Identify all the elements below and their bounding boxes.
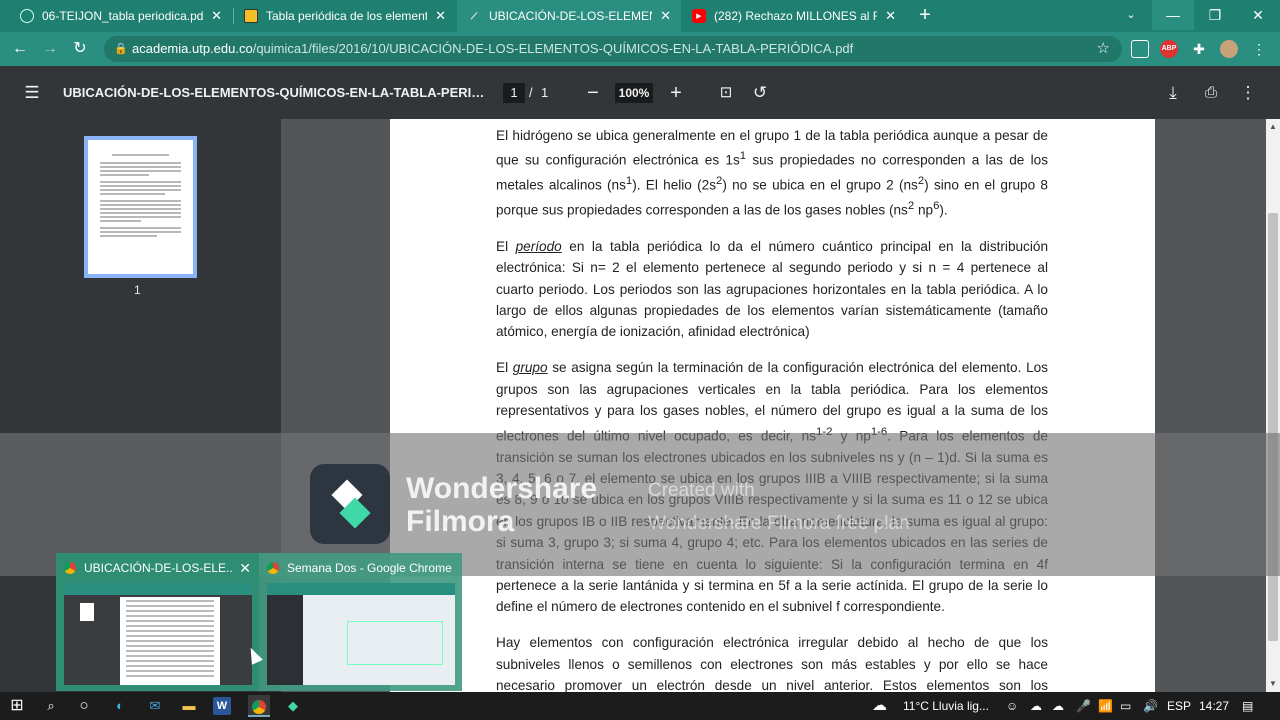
print-icon[interactable]: ⎙: [1199, 81, 1223, 105]
close-icon[interactable]: ✕: [885, 8, 896, 24]
pdf-toolbar: ☰ UBICACIÓN-DE-LOS-ELEMENTOS-QUÍMICOS-EN…: [0, 66, 1280, 119]
preview-window-pdf[interactable]: UBICACIÓN-DE-LOS-ELE... ✕: [56, 553, 259, 691]
globe-icon: [20, 9, 34, 23]
tab-title: 06-TEIJON_tabla periodica.pdf: [42, 9, 204, 23]
address-bar[interactable]: 🔒 academia.utp.edu.co/quimica1/files/201…: [104, 36, 1122, 62]
close-window-button[interactable]: ✕: [1237, 0, 1279, 30]
preview-thumbnail: [267, 583, 455, 685]
back-button[interactable]: ←: [8, 38, 32, 60]
weather-icon: ☁: [872, 697, 887, 714]
minimize-button[interactable]: —: [1152, 0, 1194, 30]
fit-page-icon[interactable]: ⊡: [714, 81, 738, 105]
paragraph-irregular: Hay elementos con configuración electrón…: [496, 635, 1048, 692]
pdf-title: UBICACIÓN-DE-LOS-ELEMENTOS-QUÍMICOS-EN-L…: [63, 85, 493, 100]
zoom-out-icon[interactable]: −: [581, 81, 605, 105]
weather-text[interactable]: 11°C Lluvia lig...: [903, 692, 989, 720]
mail-icon[interactable]: ✉: [144, 695, 166, 717]
utp-icon: ⟋: [470, 10, 478, 21]
pdf-more-icon[interactable]: ⋮: [1236, 81, 1260, 105]
adblock-icon[interactable]: ABP: [1160, 40, 1178, 58]
reading-list-icon[interactable]: [1131, 40, 1149, 58]
file-explorer-icon[interactable]: ▬: [178, 695, 200, 717]
url-host: academia.utp.edu.co: [132, 41, 253, 56]
chrome-icon: [64, 562, 76, 574]
windows-start-icon[interactable]: ⊞: [6, 695, 28, 717]
word-icon[interactable]: W: [213, 697, 231, 715]
toolbar: ← → ↻ 🔒 academia.utp.edu.co/quimica1/fil…: [0, 32, 1280, 66]
bookmark-icon: [244, 9, 258, 23]
thumbnail-page: [88, 140, 193, 274]
close-icon[interactable]: ✕: [239, 560, 251, 577]
chrome-icon: [267, 562, 279, 574]
zoom-in-icon[interactable]: +: [664, 81, 688, 105]
lock-icon: 🔒: [114, 43, 128, 55]
tab-strip: 06-TEIJON_tabla periodica.pdf ✕ Tabla pe…: [0, 0, 1280, 32]
clock[interactable]: 14:27: [1199, 692, 1229, 720]
watermark-note: Created with Wondershare Filmora free pl…: [648, 480, 910, 534]
tab-tabla-periodica[interactable]: Tabla periódica de los elementos ✕: [234, 0, 456, 32]
page-thumbnail[interactable]: [84, 136, 197, 278]
scroll-down-icon[interactable]: ▼: [1266, 678, 1280, 690]
reload-button[interactable]: ↻: [68, 38, 92, 60]
new-tab-button[interactable]: +: [914, 4, 936, 26]
chrome-taskbar-icon[interactable]: [248, 695, 270, 717]
total-pages: 1: [541, 85, 549, 100]
battery-icon[interactable]: ▭: [1120, 692, 1131, 720]
edge-icon[interactable]: ◐: [109, 695, 131, 717]
page-number-input[interactable]: 1: [503, 83, 525, 103]
filmora-logo: [310, 464, 390, 544]
paragraph-hidrogeno: El hidrógeno se ubica generalmente en el…: [496, 128, 1048, 218]
forward-button[interactable]: →: [38, 38, 62, 60]
search-icon[interactable]: ⌕: [40, 695, 62, 717]
preview-title: Semana Dos - Google Chrome: [287, 561, 452, 575]
tab-title: (282) Rechazo MILLONES al Real: [714, 9, 878, 23]
tab-search-icon[interactable]: ⌄: [1110, 0, 1152, 30]
close-icon[interactable]: ✕: [660, 8, 671, 24]
cortana-icon[interactable]: ○: [73, 695, 95, 717]
watermark-brand: Wondershare Filmora: [406, 472, 598, 538]
download-icon[interactable]: ⤓: [1161, 81, 1185, 105]
page-separator: /: [529, 85, 533, 100]
url-path: /quimica1/files/2016/10/UBICACIÓN-DE-LOS…: [252, 41, 854, 56]
close-icon[interactable]: ✕: [211, 8, 222, 24]
avatar[interactable]: [1220, 40, 1238, 58]
preview-thumbnail: [64, 583, 252, 685]
network-icon[interactable]: 📶: [1098, 692, 1113, 720]
people-icon[interactable]: ☺: [1006, 692, 1018, 720]
paragraph-periodo: El período en la tabla periódica lo da e…: [496, 238, 1048, 340]
youtube-icon: ▶: [692, 9, 706, 23]
tab-title: UBICACIÓN-DE-LOS-ELEMENTOS: [489, 9, 652, 23]
scrollbar[interactable]: ▲ ▼: [1266, 119, 1280, 692]
windows-taskbar: ⊞ ⌕ ○ ◐ ✉ ▬ W ◆ ☁ 11°C Lluvia lig... ☺ ☁…: [0, 692, 1280, 720]
scroll-up-icon[interactable]: ▲: [1266, 121, 1280, 133]
maximize-button[interactable]: ❐: [1194, 0, 1236, 30]
zoom-input[interactable]: 100%: [615, 83, 653, 103]
sidebar-menu-icon[interactable]: ☰: [20, 81, 44, 105]
tab-youtube[interactable]: ▶ (282) Rechazo MILLONES al Real ✕: [682, 0, 906, 32]
pdf-page: El hidrógeno se ubica generalmente en el…: [390, 119, 1155, 692]
preview-title: UBICACIÓN-DE-LOS-ELE...: [84, 561, 234, 575]
tab-ubicacion-pdf[interactable]: ⟋ UBICACIÓN-DE-LOS-ELEMENTOS ✕: [457, 0, 681, 32]
browser-menu-icon[interactable]: ⋮: [1250, 40, 1268, 58]
scrollbar-thumb[interactable]: [1268, 213, 1278, 641]
preview-window-semana[interactable]: Semana Dos - Google Chrome: [259, 553, 462, 691]
cloud-icon[interactable]: ☁: [1052, 692, 1064, 720]
tab-title: Tabla periódica de los elementos: [266, 9, 428, 23]
thumbnail-label: 1: [134, 283, 141, 297]
onedrive-icon[interactable]: ☁: [1030, 692, 1042, 720]
rotate-icon[interactable]: ↺: [748, 81, 772, 105]
language-indicator[interactable]: ESP: [1167, 692, 1191, 720]
notifications-icon[interactable]: ▤: [1242, 692, 1253, 720]
close-icon[interactable]: ✕: [435, 8, 446, 24]
extensions-icon[interactable]: ✚: [1190, 40, 1208, 58]
taskbar-preview: UBICACIÓN-DE-LOS-ELE... ✕ Semana Dos - G…: [56, 553, 462, 691]
bookmark-star-icon[interactable]: ☆: [1097, 36, 1110, 62]
volume-icon[interactable]: 🔊: [1143, 692, 1158, 720]
tab-teijon-pdf[interactable]: 06-TEIJON_tabla periodica.pdf ✕: [10, 0, 232, 32]
filmora-taskbar-icon[interactable]: ◆: [282, 695, 304, 717]
document-body: El hidrógeno se ubica generalmente en el…: [496, 125, 1048, 692]
microphone-icon[interactable]: 🎤: [1076, 692, 1091, 720]
